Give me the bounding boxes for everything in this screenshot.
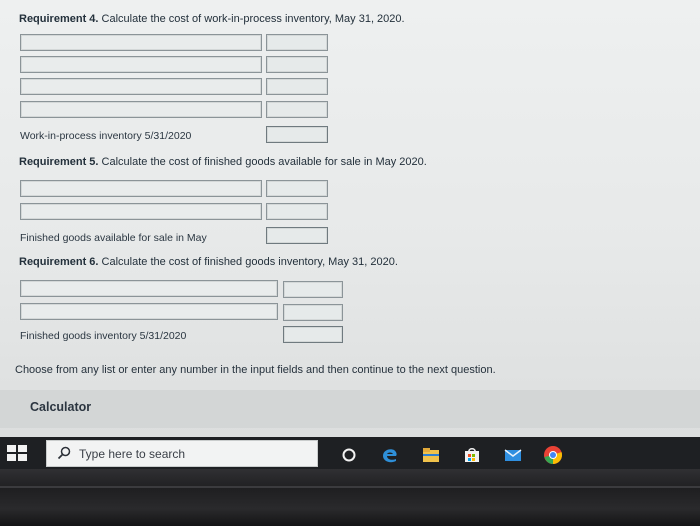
req4-row2-account-select[interactable] bbox=[20, 56, 262, 73]
req4-total-input[interactable] bbox=[266, 126, 328, 143]
req5-row1-account-select[interactable] bbox=[20, 180, 262, 197]
bezel-edge bbox=[0, 486, 700, 488]
monitor-bezel bbox=[0, 469, 700, 526]
store-icon[interactable] bbox=[463, 447, 481, 463]
req4-row1-account-select[interactable] bbox=[20, 34, 262, 51]
mail-icon[interactable] bbox=[504, 447, 522, 463]
question-panel: Requirement 4. Calculate the cost of wor… bbox=[0, 0, 700, 440]
req4-row2-amount-input[interactable] bbox=[266, 56, 328, 73]
search-icon bbox=[57, 446, 71, 460]
start-icon[interactable] bbox=[6, 444, 28, 462]
req4-total-label: Work-in-process inventory 5/31/2020 bbox=[20, 130, 192, 142]
req5-heading: Requirement 5. Calculate the cost of fin… bbox=[19, 156, 427, 168]
calculator-button[interactable]: Calculator bbox=[30, 400, 91, 414]
req5-row2-amount-input[interactable] bbox=[266, 203, 328, 220]
req6-heading: Requirement 6. Calculate the cost of fin… bbox=[19, 256, 398, 268]
taskbar-search-input[interactable]: Type here to search bbox=[46, 440, 318, 467]
search-placeholder: Type here to search bbox=[79, 447, 186, 461]
cortana-icon[interactable] bbox=[340, 447, 358, 463]
req6-row1-account-select[interactable] bbox=[20, 280, 278, 297]
req6-total-label: Finished goods inventory 5/31/2020 bbox=[20, 330, 187, 342]
edge-icon[interactable] bbox=[381, 447, 399, 463]
req5-row1-amount-input[interactable] bbox=[266, 180, 328, 197]
chrome-icon[interactable] bbox=[543, 445, 563, 465]
file-explorer-icon[interactable] bbox=[422, 447, 440, 463]
req4-row1-amount-input[interactable] bbox=[266, 34, 328, 51]
req6-row1-amount-input[interactable] bbox=[283, 281, 343, 298]
req4-row3-account-select[interactable] bbox=[20, 78, 262, 95]
req6-total-input[interactable] bbox=[283, 326, 343, 343]
req4-heading: Requirement 4. Calculate the cost of wor… bbox=[19, 13, 405, 25]
req5-row2-account-select[interactable] bbox=[20, 203, 262, 220]
calculator-bar bbox=[0, 390, 700, 428]
req4-row3-amount-input[interactable] bbox=[266, 78, 328, 95]
req6-row2-account-select[interactable] bbox=[20, 303, 278, 320]
req5-total-input[interactable] bbox=[266, 227, 328, 244]
instruction-text: Choose from any list or enter any number… bbox=[15, 364, 496, 376]
req5-total-label: Finished goods available for sale in May bbox=[20, 232, 207, 244]
req4-row4-amount-input[interactable] bbox=[266, 101, 328, 118]
req6-row2-amount-input[interactable] bbox=[283, 304, 343, 321]
req4-row4-account-select[interactable] bbox=[20, 101, 262, 118]
